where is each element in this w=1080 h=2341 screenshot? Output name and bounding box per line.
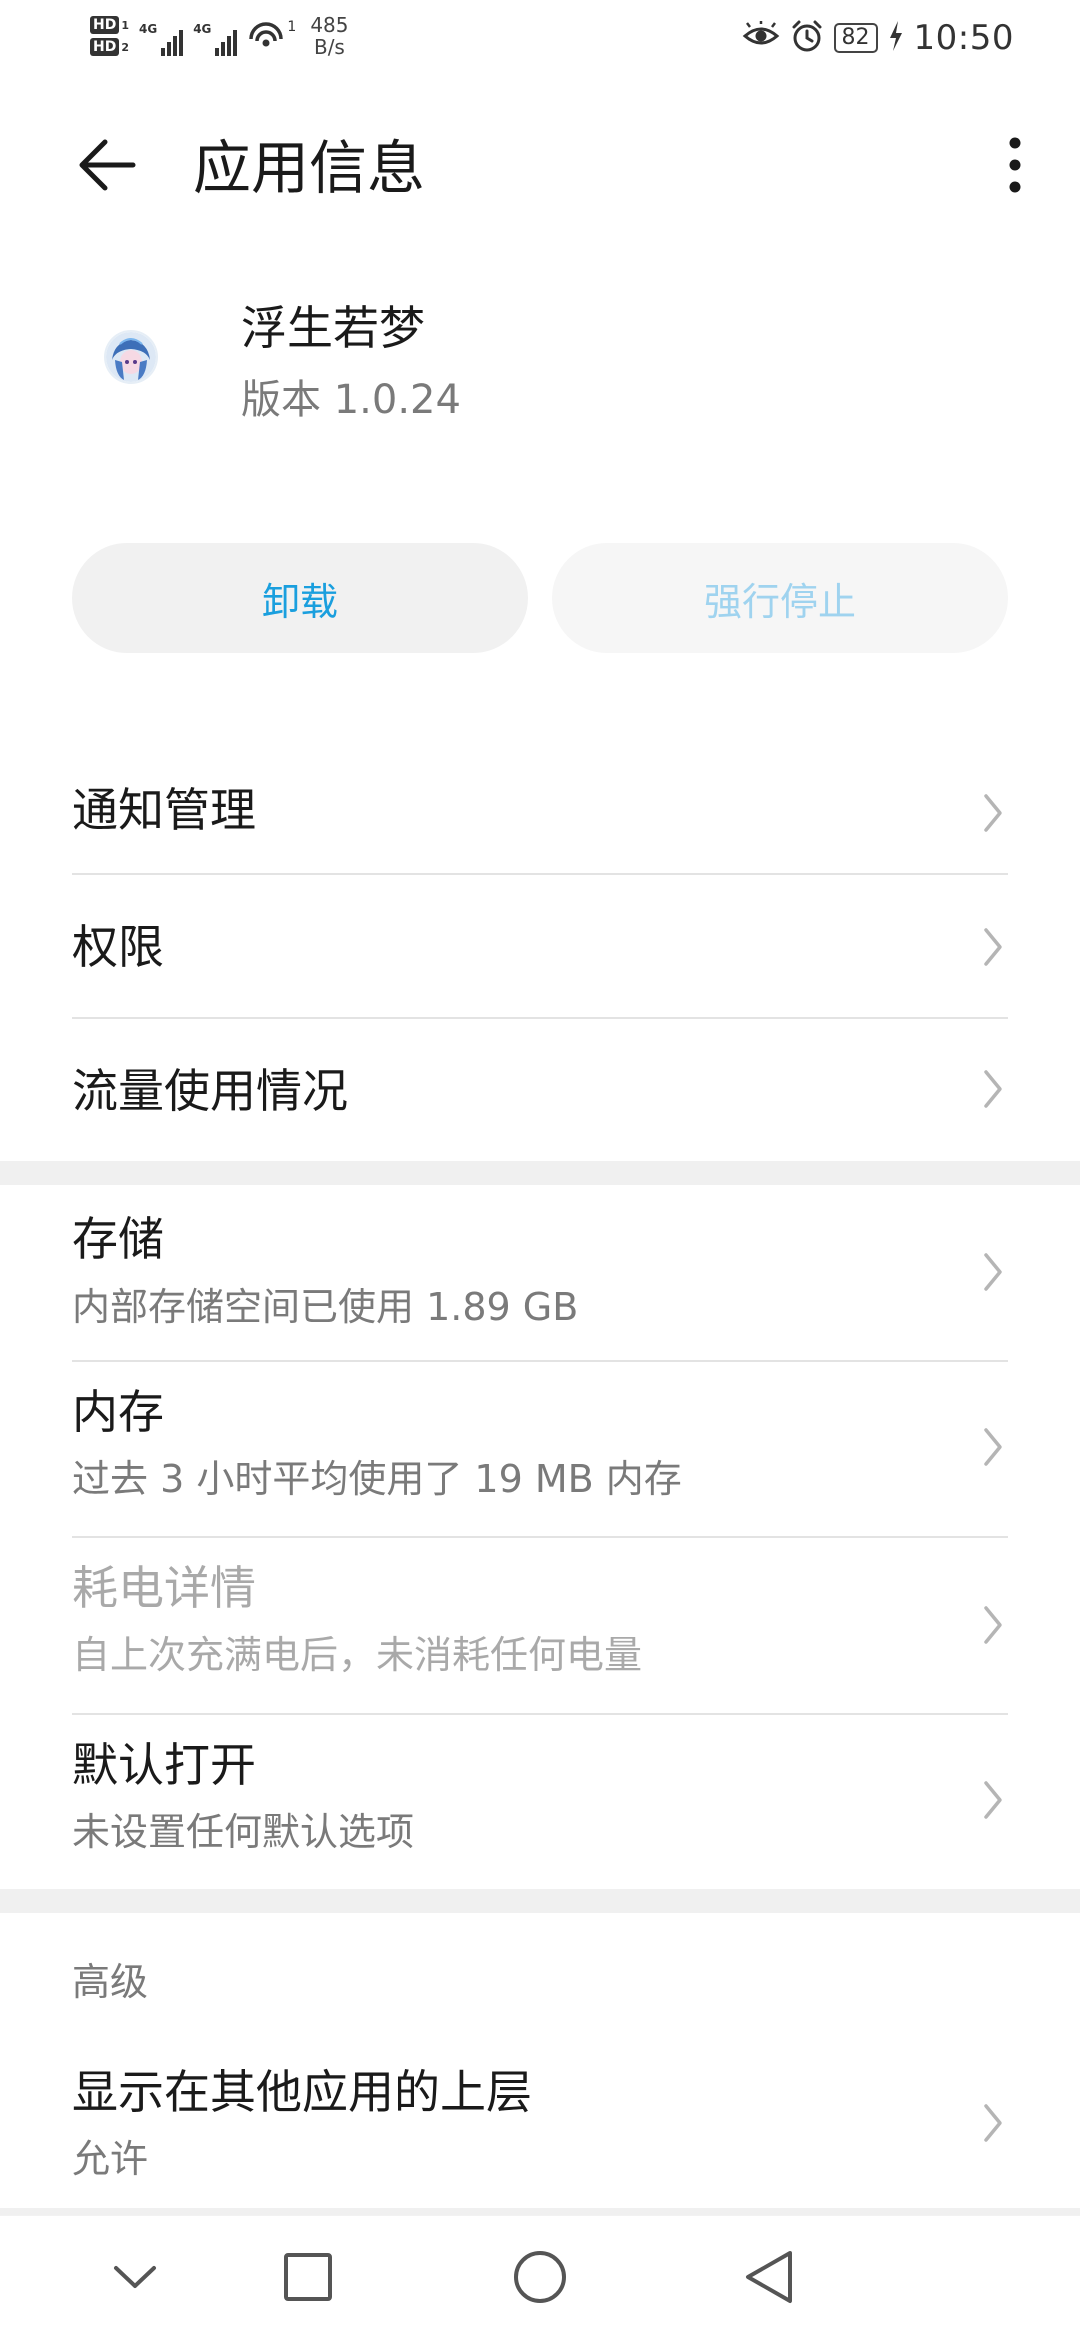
display-over-other-apps-item[interactable]: 显示在其他应用的上层 允许 — [0, 2040, 1080, 2210]
app-header: 浮生若梦 版本 1.0.24 — [0, 280, 1080, 450]
chevron-down-icon — [110, 2262, 160, 2296]
chevron-right-icon — [984, 1428, 1002, 1466]
eye-comfort-icon — [742, 21, 780, 55]
storage-subtitle: 内部存储空间已使用 1.89 GB — [72, 1285, 579, 1329]
status-right: 82 10:50 — [742, 18, 1014, 58]
display-over-apps-title: 显示在其他应用的上层 — [72, 2065, 532, 2119]
hd-icon-sim1: HD 1 — [90, 16, 129, 34]
permissions-label: 权限 — [72, 920, 164, 974]
square-icon — [282, 2251, 334, 2307]
battery-icon: 82 — [833, 23, 878, 53]
hd-icon-sim2: HD 2 — [90, 38, 129, 56]
default-open-subtitle: 未设置任何默认选项 — [72, 1810, 415, 1854]
status-left: HD 1 HD 2 4G 4G 1 485 B/s — [90, 14, 349, 58]
signal-sim2-icon: 4G — [193, 16, 238, 56]
chevron-right-icon — [984, 794, 1002, 832]
triangle-back-icon — [742, 2249, 796, 2309]
battery-usage-item[interactable]: 耗电详情 自上次充满电后，未消耗任何电量 — [0, 1538, 1080, 1713]
hd-indicators: HD 1 HD 2 — [90, 16, 129, 56]
more-vert-icon — [1007, 135, 1023, 199]
back-arrow-icon — [77, 135, 137, 199]
uninstall-button[interactable]: 卸载 — [72, 543, 528, 653]
charging-icon — [888, 21, 904, 55]
default-open-title: 默认打开 — [72, 1738, 256, 1792]
memory-title: 内存 — [72, 1385, 164, 1439]
back-button[interactable] — [62, 122, 152, 212]
data-usage-label: 流量使用情况 — [72, 1064, 348, 1118]
storage-title: 存储 — [72, 1212, 164, 1266]
section-gap — [0, 1161, 1080, 1185]
section-gap — [0, 1889, 1080, 1913]
force-stop-button[interactable]: 强行停止 — [552, 543, 1008, 653]
chevron-right-icon — [984, 1606, 1002, 1644]
chevron-right-icon — [984, 2104, 1002, 2142]
nav-home-button[interactable] — [505, 2244, 575, 2314]
data-usage-item[interactable]: 流量使用情况 — [0, 1019, 1080, 1161]
memory-item[interactable]: 内存 过去 3 小时平均使用了 19 MB 内存 — [0, 1362, 1080, 1536]
page-title: 应用信息 — [193, 134, 426, 202]
clock: 10:50 — [913, 18, 1014, 58]
display-over-apps-subtitle: 允许 — [72, 2137, 149, 2181]
wifi-hotspot-icon: 1 — [247, 19, 296, 53]
battery-usage-title: 耗电详情 — [72, 1561, 256, 1615]
app-version: 版本 1.0.24 — [241, 377, 461, 423]
chevron-right-icon — [984, 1781, 1002, 1819]
battery-usage-subtitle: 自上次充满电后，未消耗任何电量 — [72, 1633, 643, 1677]
nav-recents-button[interactable] — [273, 2244, 343, 2314]
navigation-bar — [0, 2215, 1080, 2341]
storage-item[interactable]: 存储 内部存储空间已使用 1.89 GB — [0, 1185, 1080, 1360]
more-options-button[interactable] — [980, 122, 1050, 212]
memory-subtitle: 过去 3 小时平均使用了 19 MB 内存 — [72, 1457, 682, 1501]
default-open-item[interactable]: 默认打开 未设置任何默认选项 — [0, 1715, 1080, 1889]
app-icon — [106, 332, 156, 382]
app-bar: 应用信息 — [0, 100, 1080, 240]
notifications-label: 通知管理 — [72, 783, 256, 837]
app-name: 浮生若梦 — [241, 301, 425, 355]
network-speed: 485 B/s — [310, 13, 349, 59]
permissions-item[interactable]: 权限 — [0, 875, 1080, 1018]
nav-collapse-button[interactable] — [100, 2244, 170, 2314]
alarm-icon — [790, 19, 824, 57]
advanced-section-header: 高级 — [72, 1960, 149, 2004]
nav-back-button[interactable] — [734, 2244, 804, 2314]
signal-sim1-icon: 4G — [139, 16, 184, 56]
chevron-right-icon — [984, 1253, 1002, 1291]
chevron-right-icon — [984, 1070, 1002, 1108]
circle-icon — [512, 2249, 568, 2309]
chevron-right-icon — [984, 928, 1002, 966]
status-bar: HD 1 HD 2 4G 4G 1 485 B/s 82 10:50 — [0, 0, 1080, 85]
notifications-item[interactable]: 通知管理 — [0, 750, 1080, 875]
